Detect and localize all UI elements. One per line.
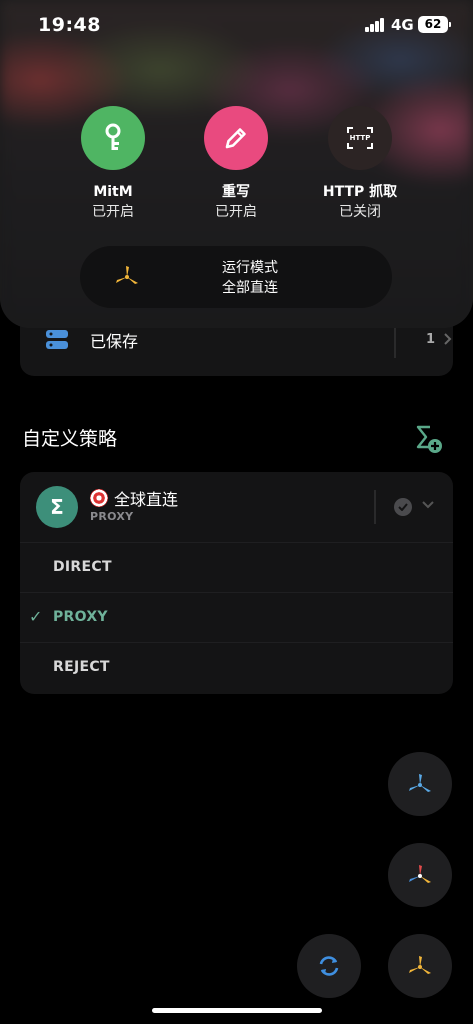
home-indicator[interactable] bbox=[152, 1008, 322, 1013]
network-type: 4G bbox=[391, 16, 414, 34]
chevron-right-icon bbox=[444, 333, 452, 345]
http-capture-icon: HTTP bbox=[347, 127, 373, 149]
policy-option-reject[interactable]: REJECT bbox=[20, 642, 453, 692]
policy-option-direct[interactable]: DIRECT bbox=[20, 542, 453, 592]
policy-group-avatar: Σ bbox=[36, 486, 78, 528]
rewrite-toggle-button[interactable] bbox=[204, 106, 268, 170]
key-icon bbox=[105, 123, 121, 150]
rewrite-title: 重写 bbox=[222, 184, 250, 200]
policy-group-current: PROXY bbox=[90, 510, 134, 523]
policy-option-label: REJECT bbox=[53, 659, 110, 675]
policy-option-proxy[interactable]: ✓ PROXY bbox=[20, 592, 453, 642]
chevron-down-icon[interactable] bbox=[422, 501, 434, 509]
rewrite-toggle[interactable]: 重写 已开启 bbox=[181, 106, 291, 222]
global-proxy-button[interactable] bbox=[388, 843, 452, 907]
checkmark-circle-icon[interactable] bbox=[394, 498, 412, 516]
target-dart-icon bbox=[90, 489, 108, 507]
status-time: 19:48 bbox=[38, 14, 101, 36]
divider bbox=[374, 490, 376, 524]
saved-count: 1 bbox=[426, 332, 436, 347]
direct-mode-icon bbox=[409, 956, 431, 974]
run-mode-value: 全部直连 bbox=[222, 280, 278, 296]
direct-mode-icon bbox=[116, 266, 138, 284]
saved-label: 已保存 bbox=[90, 332, 139, 351]
rule-mode-icon bbox=[409, 774, 431, 792]
refresh-button[interactable] bbox=[297, 934, 361, 998]
http-icon-text: HTTP bbox=[349, 134, 371, 142]
http-capture-title: HTTP 抓取 bbox=[322, 184, 398, 200]
cellular-signal-icon bbox=[365, 18, 385, 32]
http-capture-toggle-button[interactable]: HTTP bbox=[328, 106, 392, 170]
policy-option-label: PROXY bbox=[53, 609, 108, 625]
battery-icon: 62 bbox=[418, 16, 451, 33]
http-capture-toggle[interactable]: HTTP HTTP 抓取 已关闭 bbox=[305, 106, 415, 222]
policy-group-card: Σ 全球直连 PROXY DIRECT ✓ PROXY REJECT bbox=[20, 472, 453, 694]
mitm-toggle-button[interactable] bbox=[81, 106, 145, 170]
selected-check-icon: ✓ bbox=[29, 607, 43, 626]
http-capture-state: 已关闭 bbox=[339, 204, 381, 220]
mitm-toggle[interactable]: MitM 已开启 bbox=[58, 106, 168, 222]
mitm-title: MitM bbox=[93, 184, 133, 200]
policy-option-label: DIRECT bbox=[53, 559, 112, 575]
rule-mode-button[interactable] bbox=[388, 752, 452, 816]
global-proxy-icon bbox=[409, 865, 431, 883]
run-mode-button[interactable]: 运行模式 全部直连 bbox=[80, 246, 392, 308]
add-policy-group-icon[interactable] bbox=[414, 424, 444, 454]
policy-group-name: 全球直连 bbox=[114, 490, 179, 509]
server-storage-icon bbox=[46, 330, 68, 349]
rewrite-state: 已开启 bbox=[215, 204, 257, 220]
status-bar: 19:48 4G 62 bbox=[0, 0, 473, 54]
policy-group-header[interactable]: Σ 全球直连 PROXY bbox=[20, 472, 453, 542]
section-title-custom-policy: 自定义策略 bbox=[22, 428, 118, 450]
direct-mode-button[interactable] bbox=[388, 934, 452, 998]
divider bbox=[394, 328, 396, 358]
mitm-state: 已开启 bbox=[92, 204, 134, 220]
refresh-icon bbox=[319, 956, 339, 976]
policy-group-title: 全球直连 bbox=[90, 486, 178, 510]
run-mode-label: 运行模式 bbox=[222, 260, 278, 276]
pencil-icon bbox=[225, 128, 246, 149]
